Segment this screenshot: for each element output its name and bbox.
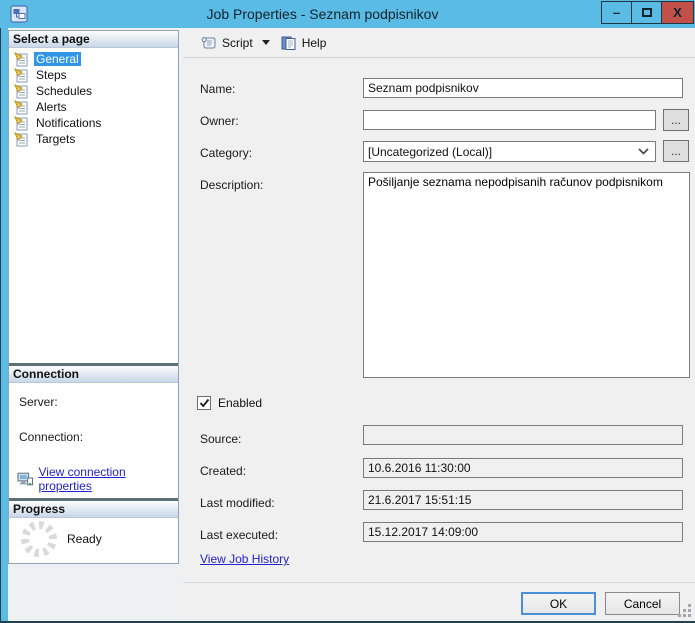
script-button[interactable]: Script: [195, 32, 275, 54]
close-button[interactable]: X: [661, 1, 694, 24]
name-label: Name:: [200, 82, 236, 96]
maximize-icon: [641, 8, 652, 17]
last-modified-field: [363, 490, 683, 510]
sidebar-item-label: Steps: [36, 68, 67, 82]
progress-header: Progress: [9, 501, 178, 518]
page-icon: [14, 99, 28, 114]
script-label: Script: [222, 35, 253, 50]
resize-grip[interactable]: [678, 604, 692, 618]
sidebar-item-label: General: [34, 52, 81, 66]
description-textarea[interactable]: Pošiljanje seznama nepodpisanih računov …: [363, 172, 690, 378]
minimize-button[interactable]: –: [601, 1, 632, 24]
window-controls: – X: [601, 1, 694, 24]
connection-properties-icon: [17, 472, 33, 486]
owner-browse-button[interactable]: ...: [663, 109, 689, 131]
created-field: [363, 458, 683, 478]
server-label: Server:: [19, 395, 58, 409]
connection-label: Connection:: [19, 430, 84, 444]
sidebar-item-label: Targets: [36, 132, 76, 146]
category-dropdown[interactable]: [Uncategorized (Local)]: [363, 141, 656, 162]
enabled-row: Enabled: [197, 396, 262, 410]
cancel-button[interactable]: Cancel: [605, 592, 680, 615]
sidebar-item-targets[interactable]: Targets: [9, 131, 178, 147]
enabled-label: Enabled: [218, 396, 263, 410]
page-list: General Steps Schedules Alerts Notificat…: [9, 51, 178, 147]
category-browse-button[interactable]: ...: [663, 140, 689, 162]
progress-spinner-icon: [21, 521, 57, 557]
close-icon: X: [673, 5, 682, 20]
sidebar-item-general[interactable]: General: [9, 51, 178, 67]
progress-status: Ready: [67, 532, 102, 546]
category-selected-value: [Uncategorized (Local)]: [368, 144, 493, 159]
sidebar-item-alerts[interactable]: Alerts: [9, 99, 178, 115]
page-icon: [14, 83, 28, 98]
help-label: Help: [301, 35, 327, 50]
connection-properties-row: View connection properties: [17, 465, 178, 493]
toolbar: Script Help: [183, 28, 695, 58]
source-label: Source:: [200, 432, 242, 446]
connection-header: Connection: [9, 366, 178, 383]
job-properties-dialog: Job Properties - Seznam podpisnikov – X …: [0, 0, 695, 623]
page-icon: [14, 51, 28, 66]
window-left-edge: [0, 28, 8, 621]
script-dropdown-arrow-icon: [261, 40, 270, 45]
sidebar-item-label: Alerts: [36, 100, 67, 114]
page-icon: [14, 115, 28, 130]
sidebar-item-steps[interactable]: Steps: [9, 67, 178, 83]
created-label: Created:: [200, 464, 247, 478]
minimize-icon: –: [612, 5, 621, 20]
sidebar-item-schedules[interactable]: Schedules: [9, 83, 178, 99]
last-modified-label: Last modified:: [200, 496, 275, 510]
select-page-header: Select a page: [9, 31, 178, 48]
description-label: Description:: [200, 178, 264, 192]
help-icon: [281, 36, 296, 50]
maximize-button[interactable]: [631, 1, 662, 24]
sidebar-item-label: Schedules: [36, 84, 93, 98]
owner-label: Owner:: [200, 114, 239, 128]
chevron-down-icon: [638, 148, 649, 155]
footer-divider: [183, 582, 695, 583]
view-connection-properties-link[interactable]: View connection properties: [38, 465, 178, 493]
category-label: Category:: [200, 146, 253, 160]
ok-button[interactable]: OK: [521, 592, 596, 615]
app-window-icon: [10, 5, 28, 23]
enabled-checkbox[interactable]: [197, 396, 211, 410]
name-input[interactable]: [363, 78, 683, 98]
sidebar-item-notifications[interactable]: Notifications: [9, 115, 178, 131]
window-title: Job Properties - Seznam podpisnikov: [206, 6, 439, 22]
help-button[interactable]: Help: [275, 32, 332, 54]
page-icon: [14, 131, 28, 146]
page-icon: [14, 67, 28, 82]
sidebar-item-label: Notifications: [36, 116, 102, 130]
owner-input[interactable]: [363, 110, 656, 130]
source-field: [363, 425, 683, 445]
last-executed-field: [363, 522, 683, 542]
checkmark-icon: [199, 398, 209, 408]
view-job-history-link[interactable]: View Job History: [200, 552, 289, 566]
script-icon: [201, 36, 216, 48]
last-executed-label: Last executed:: [200, 528, 279, 542]
main-panel: Script Help Name: Owner: ... Category: […: [183, 28, 695, 621]
sidebar: Select a page General Steps Schedules Al…: [8, 30, 179, 564]
title-bar[interactable]: Job Properties - Seznam podpisnikov – X: [0, 0, 695, 28]
